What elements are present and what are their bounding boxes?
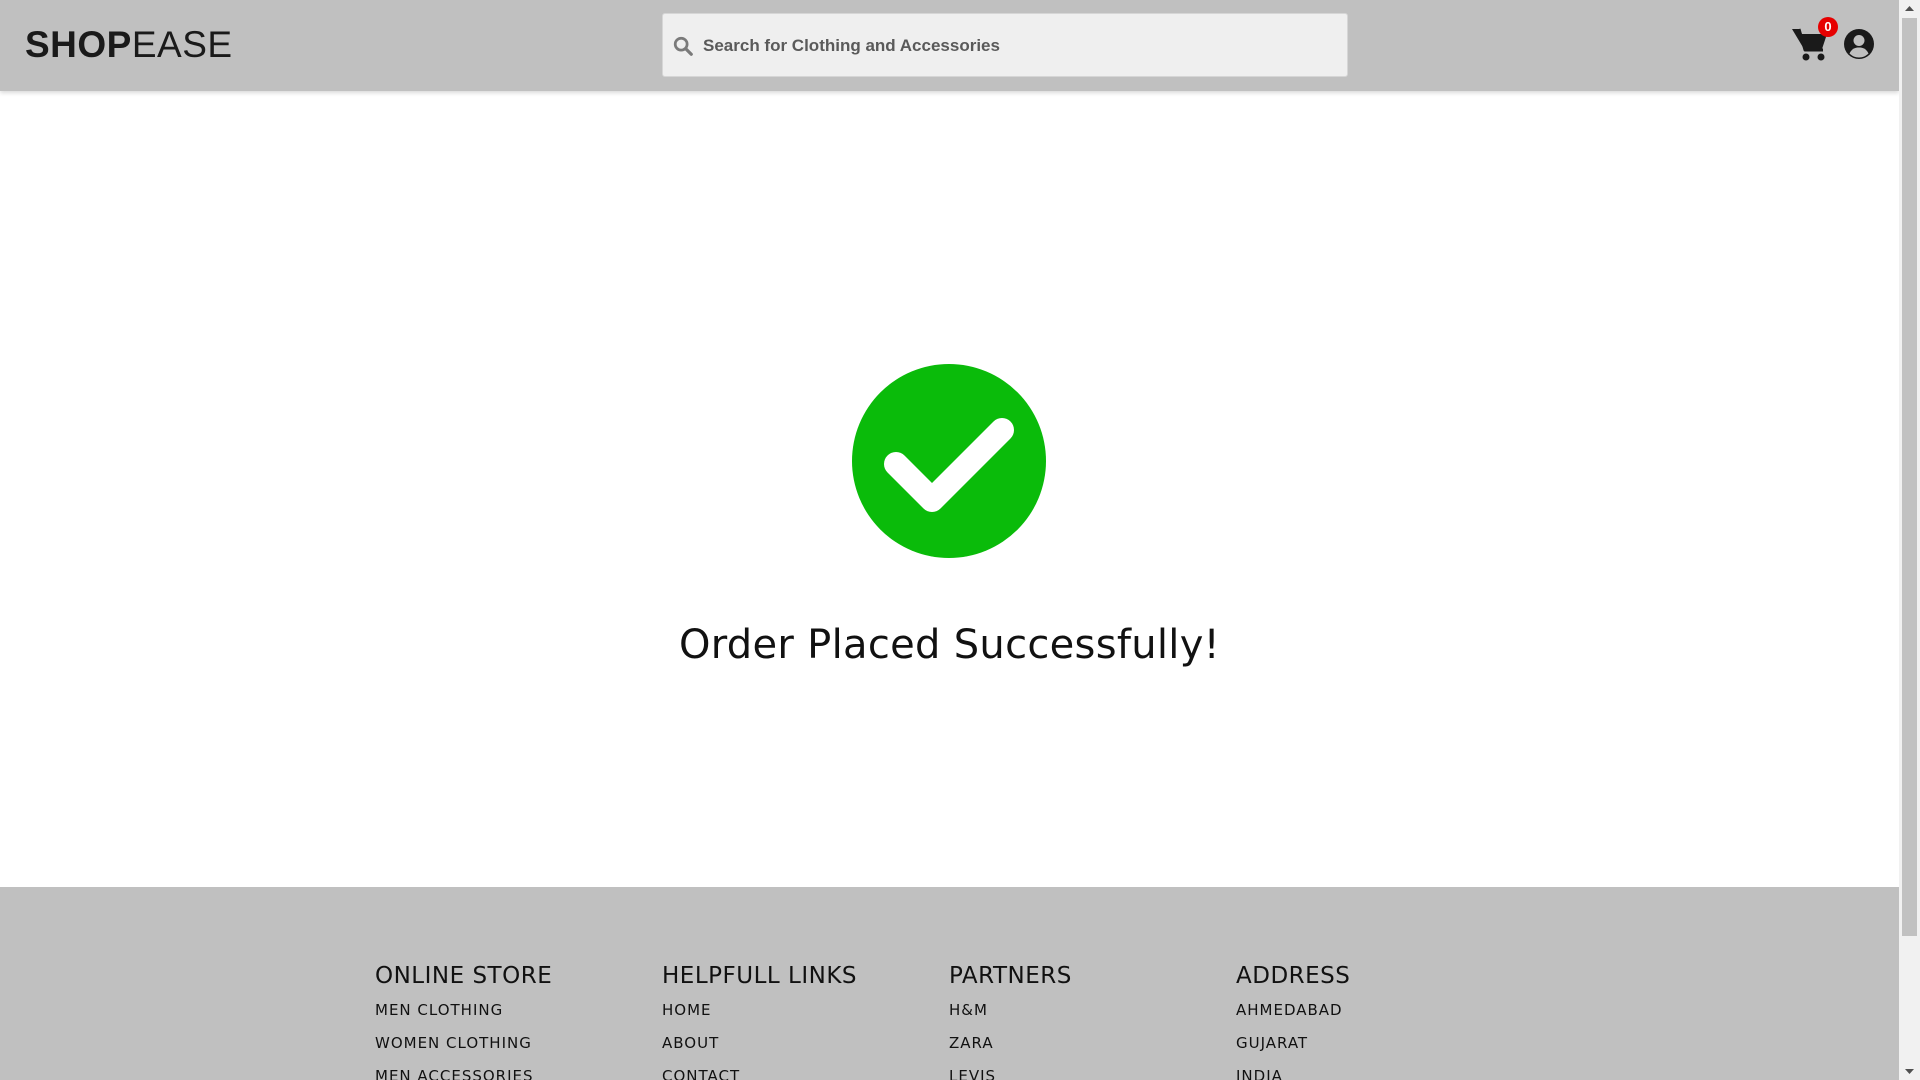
footer-list-item: INDIA [1236,1066,1496,1080]
footer-column-partners: PARTNERS H&M ZARA LEVIS [949,962,1072,1080]
vertical-scrollbar[interactable] [1899,0,1920,1080]
footer-link-home[interactable]: HOME [662,1001,712,1019]
footer-link-ahmedabad[interactable]: AHMEDABAD [1236,1001,1343,1019]
footer-list-item: HOME [662,1000,922,1033]
footer-list-item: H&M [949,1000,1209,1033]
footer-link-zara[interactable]: ZARA [949,1034,994,1052]
footer-list-item: AHMEDABAD [1236,1000,1496,1033]
logo-bold-text: SHOP [25,24,132,65]
footer-list-item: WOMEN CLOTHING [375,1033,635,1066]
scrollbar-thumb[interactable] [1902,18,1917,936]
search-input[interactable] [701,14,1335,78]
footer-column-address: ADDRESS AHMEDABAD GUJARAT INDIA [1236,962,1351,1080]
scroll-down-arrow-icon[interactable] [1899,1063,1920,1080]
footer-heading: ADDRESS [1236,963,1351,989]
footer-link-men-accessories[interactable]: MEN ACCESSORIES [375,1067,534,1080]
footer-column-helpful-links: HELPFULL LINKS HOME ABOUT CONTACT [662,962,857,1080]
page: SHOPEASE 0 Order Placed Successfully! [0,0,1899,1080]
site-header: SHOPEASE 0 [0,0,1899,91]
footer-link-contact[interactable]: CONTACT [662,1067,740,1080]
footer-list-item: LEVIS [949,1066,1209,1080]
footer-list-item: MEN CLOTHING [375,1000,635,1033]
order-success-message: Order Placed Successfully! [678,622,1221,668]
user-circle-icon[interactable] [1843,28,1875,60]
footer-link-women-clothing[interactable]: WOMEN CLOTHING [375,1034,532,1052]
site-footer: ONLINE STORE MEN CLOTHING WOMEN CLOTHING… [0,887,1899,1080]
footer-heading: ONLINE STORE [375,963,553,989]
footer-link-hm[interactable]: H&M [949,1001,988,1019]
footer-link-about[interactable]: ABOUT [662,1034,719,1052]
search-icon [673,36,693,56]
footer-column-online-store: ONLINE STORE MEN CLOTHING WOMEN CLOTHING… [375,962,553,1080]
footer-list-item: ABOUT [662,1033,922,1066]
search-bar[interactable] [662,13,1348,78]
footer-list-item: MEN ACCESSORIES [375,1066,635,1080]
footer-link-gujarat[interactable]: GUJARAT [1236,1034,1308,1052]
footer-link-india[interactable]: INDIA [1236,1067,1283,1080]
footer-link-men-clothing[interactable]: MEN CLOTHING [375,1001,503,1019]
footer-list-item: CONTACT [662,1066,922,1080]
footer-heading: PARTNERS [949,963,1072,989]
footer-list-item: GUJARAT [1236,1033,1496,1066]
footer-list-item: ZARA [949,1033,1209,1066]
footer-heading: HELPFULL LINKS [662,963,857,989]
site-logo[interactable]: SHOPEASE [25,24,233,66]
scroll-up-arrow-icon[interactable] [1899,0,1920,17]
cart-count-badge: 0 [1818,17,1838,37]
check-circle-icon [852,364,1046,558]
footer-link-levis[interactable]: LEVIS [949,1067,996,1080]
logo-light-text: EASE [131,24,233,65]
